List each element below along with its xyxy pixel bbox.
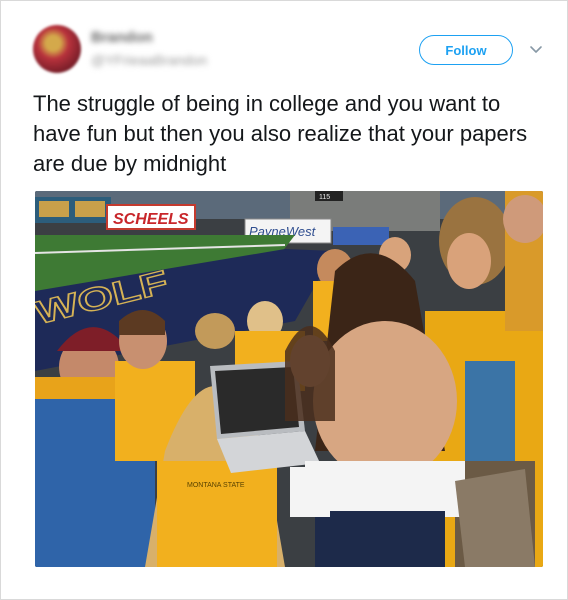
scheels-banner-text: SCHEELS	[113, 211, 189, 228]
tweet-text: The struggle of being in college and you…	[33, 91, 528, 176]
photo-illustration: 115 SCHEELS PayneWest WOLF MONTANA STATE	[35, 191, 543, 567]
follow-button[interactable]: Follow	[419, 35, 513, 65]
shirt-text: MONTANA STATE	[187, 482, 245, 489]
author-name[interactable]: Brandon	[91, 29, 153, 46]
scoreboard-text: 115	[319, 194, 330, 201]
chevron-down-icon[interactable]	[529, 43, 543, 57]
tweet-card: Brandon @YFrieaaBrandon Follow The strug…	[0, 0, 568, 600]
author-handle[interactable]: @YFrieaaBrandon	[91, 52, 207, 68]
tweet-photo[interactable]: 115 SCHEELS PayneWest WOLF MONTANA STATE	[35, 191, 543, 567]
avatar[interactable]	[33, 25, 81, 73]
